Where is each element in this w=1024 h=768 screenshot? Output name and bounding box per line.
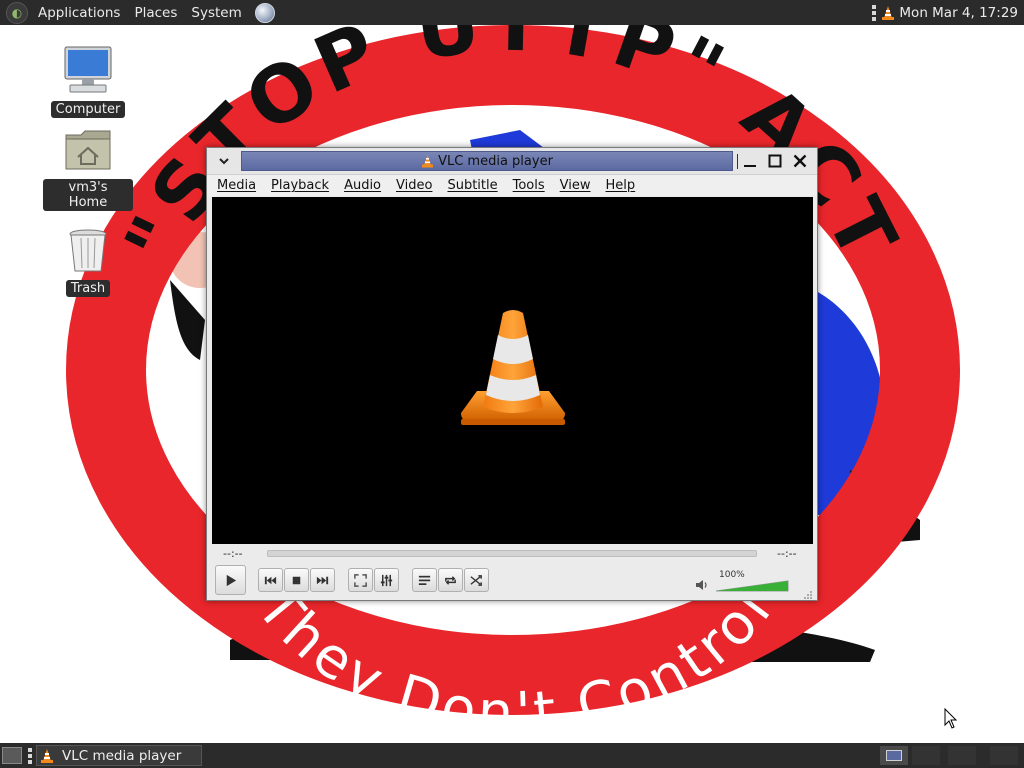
shuffle-icon: [470, 574, 482, 586]
mouse-cursor-icon: [944, 708, 958, 729]
window-menu-chevron-icon[interactable]: [218, 156, 230, 166]
volume-percent: 100%: [719, 570, 745, 580]
workspace-1[interactable]: [880, 746, 908, 765]
extended-settings-button[interactable]: [374, 568, 399, 592]
menu-video[interactable]: Video: [396, 178, 432, 193]
vlc-cone-icon: [41, 748, 53, 763]
applications-menu[interactable]: Applications: [31, 5, 127, 21]
loop-icon: [445, 575, 456, 585]
workspace-4[interactable]: [990, 746, 1018, 765]
panel-handle-icon[interactable]: [28, 748, 33, 764]
taskbar-item-vlc[interactable]: VLC media player: [36, 745, 202, 766]
top-panel: ◐ Applications Places System Mon Mar 4, …: [0, 0, 1024, 25]
desktop-icon-label: Trash: [65, 280, 111, 297]
titlebar-separator: [737, 154, 738, 169]
previous-button[interactable]: [258, 568, 283, 592]
gnome-foot-icon[interactable]: ◐: [6, 1, 28, 24]
menu-audio[interactable]: Audio: [344, 178, 381, 193]
next-icon: [316, 576, 329, 584]
resize-grip-icon[interactable]: [803, 590, 813, 600]
vlc-tray-icon[interactable]: [881, 5, 895, 21]
seek-slider[interactable]: [267, 550, 757, 557]
time-total: --:--: [777, 547, 797, 560]
video-area[interactable]: [212, 197, 813, 544]
seek-row: --:-- --:--: [207, 546, 817, 562]
vlc-window[interactable]: VLC media player Media Playback Audio Vi…: [206, 147, 818, 601]
show-desktop-icon[interactable]: [2, 747, 22, 764]
controls-row: 100%: [207, 562, 817, 600]
close-icon[interactable]: [793, 154, 807, 168]
maximize-icon[interactable]: [768, 154, 782, 168]
fullscreen-button[interactable]: [348, 568, 373, 592]
window-titlebar[interactable]: VLC media player: [207, 148, 817, 175]
playlist-button[interactable]: [412, 568, 437, 592]
workspace-3[interactable]: [948, 746, 976, 765]
places-menu[interactable]: Places: [127, 5, 184, 21]
shuffle-button[interactable]: [464, 568, 489, 592]
menu-help[interactable]: Help: [606, 178, 636, 193]
system-menu[interactable]: System: [184, 5, 248, 21]
minimize-icon[interactable]: [743, 155, 757, 169]
panel-tray: Mon Mar 4, 17:29: [872, 0, 1018, 25]
window-title-area[interactable]: VLC media player: [241, 151, 733, 171]
menu-playback[interactable]: Playback: [271, 178, 329, 193]
play-icon: [226, 574, 237, 586]
previous-icon: [264, 576, 277, 584]
time-elapsed: --:--: [223, 547, 243, 560]
panel-handle-icon[interactable]: [872, 4, 877, 21]
stop-button[interactable]: [284, 568, 309, 592]
menu-subtitle[interactable]: Subtitle: [447, 178, 497, 193]
bottom-panel: VLC media player: [0, 743, 1024, 768]
speaker-icon[interactable]: [695, 578, 709, 592]
fullscreen-icon: [354, 573, 367, 587]
playlist-icon: [418, 575, 431, 585]
next-button[interactable]: [310, 568, 335, 592]
menu-tools[interactable]: Tools: [513, 178, 545, 193]
play-button[interactable]: [215, 565, 246, 595]
menu-media[interactable]: Media: [217, 178, 256, 193]
vlc-menubar: Media Playback Audio Video Subtitle Tool…: [207, 175, 817, 196]
desktop-icon-home[interactable]: vm3's Home: [43, 127, 133, 211]
workspace-2[interactable]: [912, 746, 940, 765]
taskbar-item-label: VLC media player: [62, 747, 182, 764]
web-browser-launcher-icon[interactable]: [254, 2, 275, 23]
workspace-window-thumb: [886, 750, 902, 761]
loop-button[interactable]: [438, 568, 463, 592]
desktop-icon-computer[interactable]: Computer: [43, 45, 133, 118]
home-folder-icon: [65, 130, 111, 170]
top-panel-menus: Applications Places System: [31, 0, 249, 25]
trash-icon: [69, 229, 107, 272]
menu-view[interactable]: View: [560, 178, 591, 193]
desktop-icon-label: Computer: [50, 101, 126, 118]
desktop-icon-label: vm3's Home: [43, 179, 133, 211]
desktop-icon-trash[interactable]: Trash: [43, 228, 133, 297]
computer-icon: [64, 46, 112, 93]
volume-slider[interactable]: [715, 580, 789, 592]
stop-icon: [292, 576, 301, 584]
panel-clock[interactable]: Mon Mar 4, 17:29: [899, 5, 1018, 21]
vlc-cone-icon: [422, 155, 434, 168]
window-title: VLC media player: [438, 153, 553, 169]
equalizer-icon: [380, 574, 393, 586]
vlc-cone-logo-icon: [460, 309, 565, 425]
